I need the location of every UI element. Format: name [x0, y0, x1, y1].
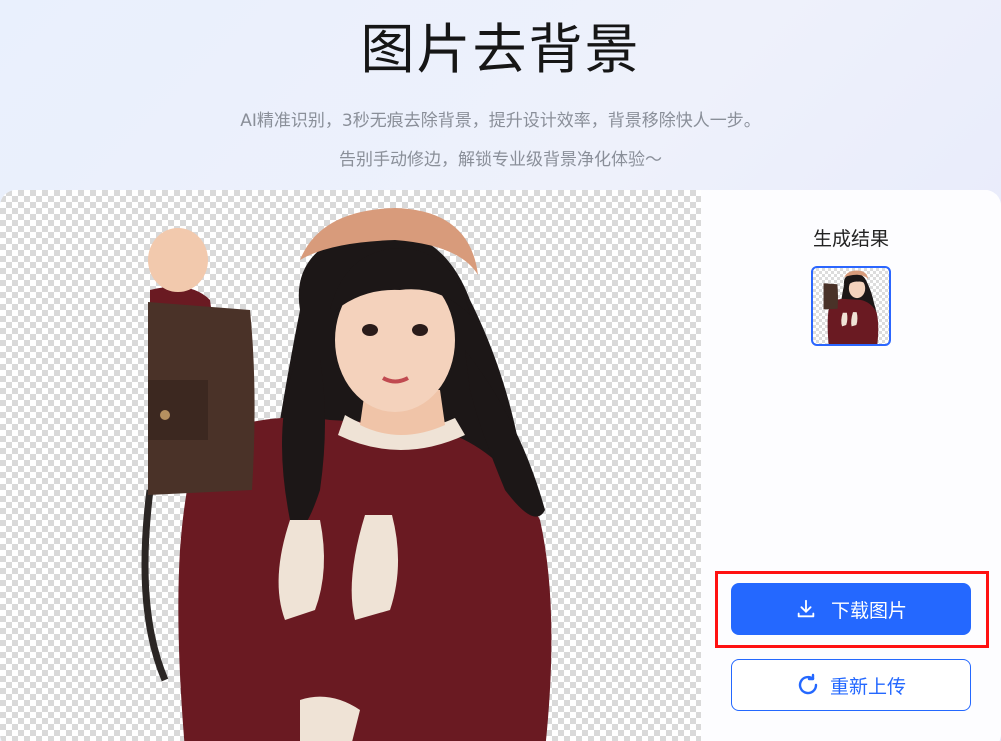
refresh-icon	[796, 673, 820, 697]
preview-canvas	[0, 190, 701, 741]
cutout-image	[141, 208, 552, 741]
page-subtitle-line1: AI精准识别，3秒无痕去除背景，提升设计效率，背景移除快人一步。	[240, 111, 761, 131]
reupload-button[interactable]: 重新上传	[731, 659, 971, 711]
result-thumbnail[interactable]	[811, 266, 891, 346]
download-icon	[795, 598, 817, 620]
page-subtitle-line2: 告别手动修边，解锁专业级背景净化体验～	[339, 150, 662, 170]
page-title: 图片去背景	[360, 18, 641, 81]
download-button[interactable]: 下载图片	[731, 583, 971, 635]
editor-panel: 生成结果 下载图片 重新上传	[0, 190, 1001, 741]
reupload-button-label: 重新上传	[829, 675, 906, 698]
download-button-label: 下载图片	[830, 599, 907, 622]
result-sidebar: 生成结果 下载图片 重新上传	[701, 190, 1001, 741]
result-label: 生成结果	[812, 228, 889, 250]
thumbnail-image	[823, 270, 879, 344]
